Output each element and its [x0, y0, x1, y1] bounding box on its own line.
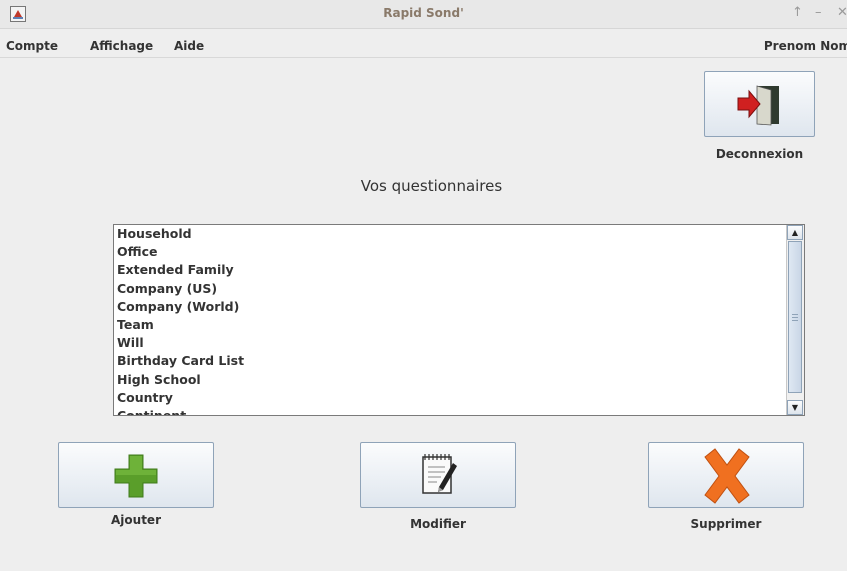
add-label: Ajouter: [111, 513, 161, 527]
user-name: Prenom Nom: [763, 39, 847, 53]
thumb-grip: [792, 317, 798, 318]
questionnaire-list[interactable]: Household Office Extended Family Company (U…: [113, 224, 805, 416]
list-item[interactable]: Will: [114, 334, 804, 352]
maximize-icon[interactable]: ↑: [792, 5, 803, 20]
list-item[interactable]: Company (World): [114, 298, 804, 316]
vertical-scrollbar[interactable]: ▲ ▼: [786, 225, 804, 415]
list-item[interactable]: Birthday Card List: [114, 352, 804, 370]
logout-button[interactable]: [704, 71, 815, 137]
list-item[interactable]: Team: [114, 316, 804, 334]
plus-icon: [114, 454, 158, 498]
list-item[interactable]: Continent: [114, 407, 804, 415]
door-exit-icon: [737, 85, 779, 126]
list-item[interactable]: Office: [114, 243, 804, 261]
thumb-grip: [792, 314, 798, 315]
list-item[interactable]: High School: [114, 371, 804, 389]
edit-button[interactable]: [360, 442, 516, 508]
list-item[interactable]: Household: [114, 225, 804, 243]
app-window: Rapid Sond' ↑ – ✕ Compte Affichage Aide …: [0, 0, 847, 571]
edit-label: Modifier: [410, 517, 466, 531]
close-icon[interactable]: ✕: [837, 5, 847, 20]
scroll-up-icon[interactable]: ▲: [787, 225, 803, 240]
cross-icon: [704, 448, 750, 504]
edit-document-icon: [422, 454, 457, 494]
window-title: Rapid Sond': [383, 6, 464, 20]
menu-bar: Compte Affichage Aide Prenom Nom: [0, 37, 847, 58]
logout-label: Deconnexion: [715, 147, 804, 161]
delete-label: Supprimer: [690, 517, 762, 531]
minimize-icon[interactable]: –: [815, 5, 822, 20]
menu-compte[interactable]: Compte: [6, 39, 58, 53]
menu-aide[interactable]: Aide: [174, 39, 204, 53]
scroll-thumb[interactable]: [788, 241, 802, 393]
list-items: Household Office Extended Family Company (U…: [114, 225, 804, 415]
delete-button[interactable]: [648, 442, 804, 508]
list-item[interactable]: Country: [114, 389, 804, 407]
thumb-grip: [792, 320, 798, 321]
menu-affichage[interactable]: Affichage: [90, 39, 153, 53]
add-button[interactable]: [58, 442, 214, 508]
list-item[interactable]: Extended Family: [114, 261, 804, 279]
title-bar[interactable]: Rapid Sond' ↑ – ✕: [0, 0, 847, 29]
scroll-down-icon[interactable]: ▼: [787, 400, 803, 415]
list-item[interactable]: Company (US): [114, 280, 804, 298]
page-title: Vos questionnaires: [360, 177, 503, 195]
